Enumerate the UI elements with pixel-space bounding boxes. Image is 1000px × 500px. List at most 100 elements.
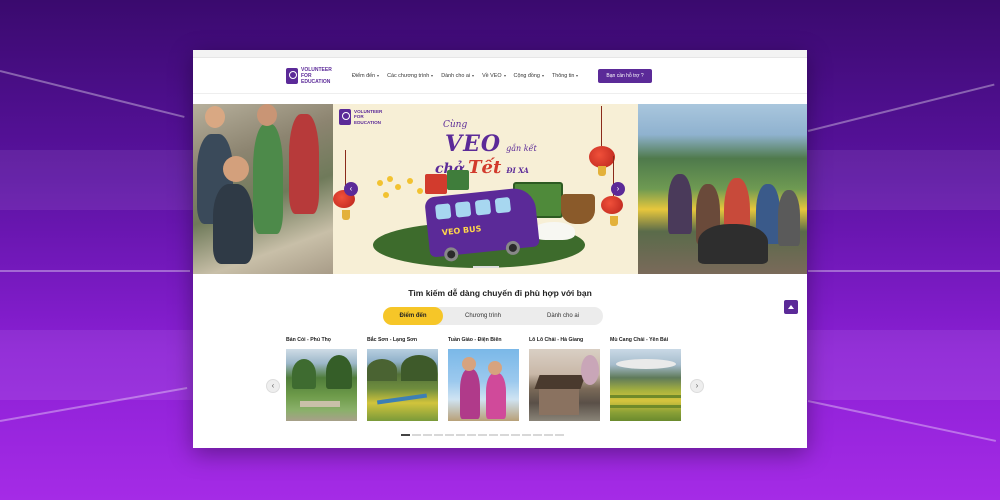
carousel-pagination bbox=[401, 434, 566, 436]
pagination-dot[interactable] bbox=[555, 434, 564, 436]
destination-card[interactable]: Lô Lô Chải - Hà Giang bbox=[529, 337, 600, 421]
headline-line: gắn kết bbox=[506, 144, 537, 153]
chevron-down-icon bbox=[431, 74, 434, 77]
tab-audience[interactable]: Dành cho ai bbox=[523, 307, 603, 325]
nav-item-community[interactable]: Cộng đồng bbox=[514, 73, 544, 79]
site-header: VOLUNTEER FOR EDUCATION Điểm đến Các chư… bbox=[193, 58, 807, 94]
logo-line: EDUCATION bbox=[301, 78, 331, 85]
pagination-dot[interactable] bbox=[401, 434, 410, 436]
help-button[interactable]: Bạn cần hỗ trợ ? bbox=[598, 68, 652, 83]
destinations-next-button[interactable]: › bbox=[690, 379, 704, 393]
nav-item-audience[interactable]: Dành cho ai bbox=[441, 72, 475, 79]
chevron-right-icon: › bbox=[695, 381, 699, 390]
banner-prev-button[interactable]: ‹ bbox=[344, 182, 358, 196]
main-nav: Điểm đến Các chương trình Dành cho ai Về… bbox=[352, 73, 586, 79]
chevron-left-icon: ‹ bbox=[349, 184, 353, 193]
lantern-icon bbox=[589, 106, 615, 176]
destination-card[interactable]: Tuần Giáo - Điện Biên bbox=[448, 337, 519, 421]
destination-label: Lô Lô Chải - Hà Giang bbox=[529, 337, 584, 343]
search-tabs: Điểm đến Chương trình Dành cho ai bbox=[383, 307, 603, 325]
destination-photo bbox=[610, 349, 681, 421]
nav-item-about[interactable]: Về VEO bbox=[482, 72, 506, 79]
hero-banner-carousel: VOLUNTEER FOR EDUCATION Cùng VEO gắn kết… bbox=[193, 104, 807, 274]
banner-next-button[interactable]: › bbox=[611, 182, 625, 196]
nav-label: Các chương trình bbox=[387, 72, 430, 79]
chevron-down-icon bbox=[576, 74, 579, 77]
pagination-dot[interactable] bbox=[478, 434, 487, 436]
chevron-down-icon bbox=[503, 74, 506, 77]
pagination-dot[interactable] bbox=[500, 434, 509, 436]
lantern-icon bbox=[601, 156, 623, 226]
veo-bus-illustration: VEO BUS bbox=[424, 186, 540, 263]
background-streak bbox=[808, 270, 1000, 272]
chevron-left-icon: ‹ bbox=[271, 381, 275, 390]
banner-logo: VOLUNTEER FOR EDUCATION bbox=[339, 109, 400, 126]
veo-logo-icon bbox=[339, 109, 351, 126]
destination-photo bbox=[367, 349, 438, 421]
tab-destinations[interactable]: Điểm đến bbox=[383, 307, 443, 325]
pagination-dot[interactable] bbox=[489, 434, 498, 436]
destination-label: Bản Cỏi - Phú Thọ bbox=[286, 337, 331, 343]
volunteers-group-photo bbox=[638, 104, 807, 274]
background-streak bbox=[807, 400, 997, 442]
chevron-right-icon: › bbox=[616, 184, 620, 193]
pagination-dot[interactable] bbox=[456, 434, 465, 436]
headline-line: ĐI XA bbox=[506, 166, 529, 175]
background-streak bbox=[0, 270, 190, 272]
apricot-blossom-icon bbox=[373, 174, 433, 214]
nav-label: Dành cho ai bbox=[441, 72, 471, 79]
pagination-dot[interactable] bbox=[445, 434, 454, 436]
nav-label: Cộng đồng bbox=[513, 72, 540, 79]
chevron-down-icon bbox=[377, 74, 380, 77]
veo-logo-icon bbox=[286, 67, 298, 84]
pagination-dot[interactable] bbox=[412, 434, 421, 436]
mortar-icon bbox=[561, 194, 595, 224]
site-logo[interactable]: VOLUNTEER FOR EDUCATION bbox=[286, 67, 348, 85]
destination-photo bbox=[286, 349, 357, 421]
website-screenshot: VOLUNTEER FOR EDUCATION Điểm đến Các chư… bbox=[193, 50, 807, 448]
destination-photo bbox=[529, 349, 600, 421]
destination-label: Mù Cang Chải - Yên Bái bbox=[610, 337, 669, 343]
destination-card[interactable]: Bản Cỏi - Phú Thọ bbox=[286, 337, 357, 421]
tet-headline: Cùng VEO gắn kết chở Tết ĐI XA bbox=[435, 112, 545, 178]
logo-text: VOLUNTEER FOR EDUCATION bbox=[301, 67, 347, 85]
children-photo bbox=[193, 104, 333, 274]
background-streak bbox=[807, 83, 995, 132]
chevron-down-icon bbox=[472, 74, 475, 77]
destination-label: Tuần Giáo - Điện Biên bbox=[448, 337, 502, 343]
pagination-dot[interactable] bbox=[511, 434, 520, 436]
nav-label: Thông tin bbox=[551, 72, 575, 79]
nav-item-programs[interactable]: Các chương trình bbox=[387, 72, 434, 79]
pagination-dot[interactable] bbox=[533, 434, 542, 436]
pagination-dot[interactable] bbox=[434, 434, 443, 436]
gift-box-icon bbox=[447, 170, 469, 190]
nav-item-info[interactable]: Thông tin bbox=[551, 72, 579, 79]
pagination-dot[interactable] bbox=[467, 434, 476, 436]
pagination-dot[interactable] bbox=[544, 434, 553, 436]
search-section-title: Tìm kiếm dễ dàng chuyến đi phù hợp với b… bbox=[408, 288, 592, 298]
pagination-dot[interactable] bbox=[423, 434, 432, 436]
rice-pile-icon bbox=[533, 222, 575, 240]
destination-card[interactable]: Mù Cang Chải - Yên Bái bbox=[610, 337, 681, 421]
headline-veo: VEO bbox=[445, 131, 502, 157]
destinations-prev-button[interactable]: ‹ bbox=[266, 379, 280, 393]
slide-indicator bbox=[473, 266, 499, 268]
scroll-to-top-button[interactable] bbox=[784, 300, 798, 314]
browser-top-bar bbox=[193, 50, 807, 58]
headline-line: Cùng bbox=[443, 120, 468, 130]
destination-card[interactable]: Bắc Sơn - Lạng Sơn bbox=[367, 337, 438, 421]
headline-tet: Tết bbox=[468, 157, 502, 178]
background-streak bbox=[0, 70, 185, 118]
bus-label: VEO BUS bbox=[441, 224, 482, 238]
destination-label: Bắc Sơn - Lạng Sơn bbox=[367, 337, 418, 343]
pagination-dot[interactable] bbox=[522, 434, 531, 436]
nav-label: Về VEO bbox=[482, 72, 502, 79]
banner-logo-text: VOLUNTEER FOR EDUCATION bbox=[354, 109, 400, 125]
nav-item-destinations[interactable]: Điểm đến bbox=[352, 73, 380, 79]
tet-promo-slide[interactable]: VOLUNTEER FOR EDUCATION Cùng VEO gắn kết… bbox=[333, 104, 638, 274]
destination-photo bbox=[448, 349, 519, 421]
tab-programs[interactable]: Chương trình bbox=[443, 307, 523, 325]
destination-cards: Bản Cỏi - Phú Thọ Bắc Sơn - Lạng Sơn Tuầ… bbox=[286, 337, 691, 421]
chevron-down-icon bbox=[541, 74, 544, 77]
logo-line: EDUCATION bbox=[354, 119, 381, 125]
